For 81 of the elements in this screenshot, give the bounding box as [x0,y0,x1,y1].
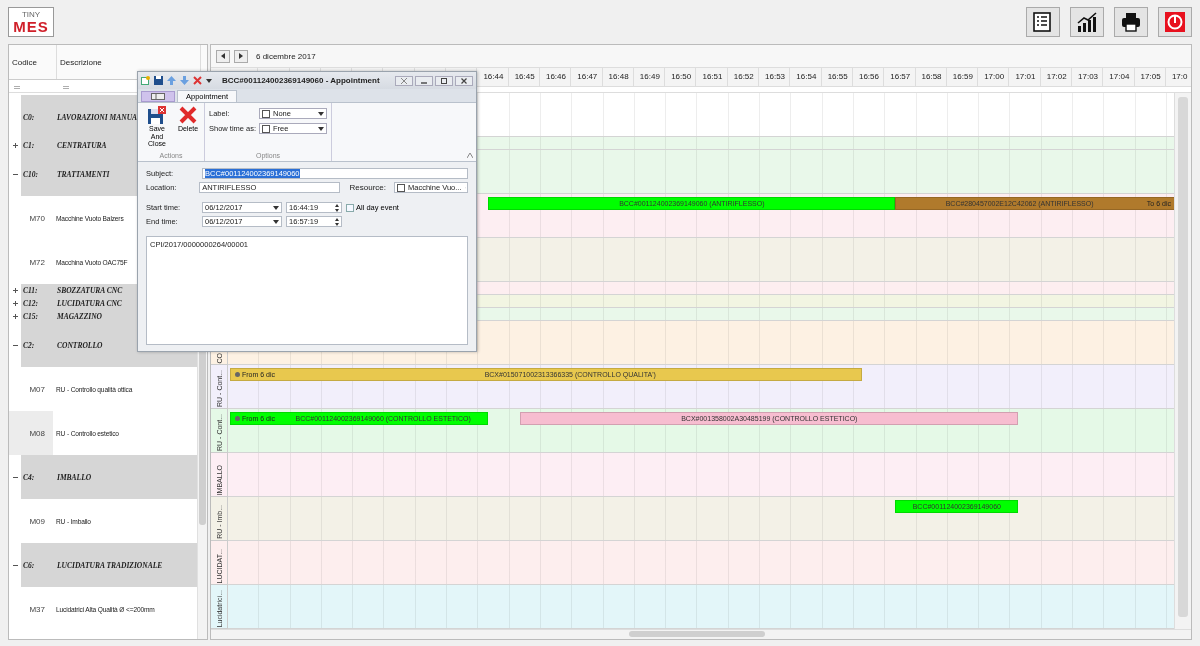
left-arrow-icon [221,53,225,60]
time-label: 16:54 [795,72,817,82]
caret-icon [318,126,324,131]
logo-text: TINY [21,10,41,19]
caret-icon [273,219,279,224]
spin-icon [335,217,339,226]
dot-icon [235,416,240,422]
expand-icon[interactable] [12,288,18,293]
field-label: Resource: [349,183,386,192]
date-label: 6 dicembre 2017 [256,51,316,61]
delete-icon [179,106,197,124]
caret-icon [273,205,279,210]
time-label: 17:01 [1014,72,1036,82]
time-label: 16:50 [670,72,692,82]
time-label: 16:47 [576,72,598,82]
collapse-icon[interactable] [12,562,18,568]
power-button[interactable] [1158,7,1192,37]
time-label: 17:00 [983,72,1005,82]
table-cell[interactable]: M37 [9,587,53,631]
column-header[interactable]: Codice [9,45,57,79]
right-arrow-icon [239,53,243,60]
close-icon [460,76,468,85]
scrollbar-thumb[interactable] [1178,97,1188,618]
time-label: 16:55 [826,72,848,82]
time-label: 16:44 [482,72,504,82]
filter-icon [14,85,20,89]
minimize-button[interactable] [415,75,433,86]
printer-icon [1121,12,1141,32]
previous-button[interactable] [216,49,230,63]
filter-icon [63,85,69,89]
spin-icon [335,203,339,212]
close-button[interactable] [455,75,473,86]
dot-icon [235,372,240,378]
expand-icon[interactable] [12,143,18,148]
time-label: 16:46 [544,72,566,82]
time-label: 16:56 [857,72,879,82]
printer-button[interactable] [1114,7,1148,37]
maximize-button[interactable] [435,75,453,86]
dialog-title: BCC#001124002369149060 - Appointment [222,76,380,85]
new-icon[interactable] [141,76,150,85]
expand-icon[interactable] [12,301,18,306]
save-icon [148,106,166,124]
table-cell[interactable]: M72 [9,240,53,284]
list-button[interactable] [1026,7,1060,37]
collapse-icon[interactable] [12,342,18,348]
delete-icon[interactable] [193,76,202,85]
logo-text: MES [13,18,49,34]
time-label: 16:51 [701,72,723,82]
time-label: 16:48 [607,72,629,82]
time-label: 16:59 [951,72,973,82]
window-icon [151,93,165,100]
power-icon [1165,12,1185,32]
table-cell[interactable]: M09 [9,499,53,543]
time-label: 16:45 [513,72,535,82]
save-icon[interactable] [154,76,163,85]
caret-icon[interactable] [206,78,212,83]
time-label: 16:52 [732,72,754,82]
next-button[interactable] [234,49,248,63]
time-label: 17:03 [1077,72,1099,82]
chart-icon [1077,12,1097,32]
caret-icon [318,111,324,116]
list-icon [1033,12,1053,32]
table-cell[interactable]: M07 [9,367,53,411]
time-label: 16:49 [638,72,660,82]
expand-ribbon-icon[interactable] [467,153,473,158]
expand-icon[interactable] [12,314,18,319]
maximize-icon [440,76,448,85]
chart-button[interactable] [1070,7,1104,37]
scrollbar-thumb[interactable] [629,631,765,638]
table-cell[interactable]: M08 [9,411,53,455]
time-label: 16:53 [764,72,786,82]
time-label: 17:04 [1108,72,1130,82]
time-label: 17:05 [1139,72,1161,82]
file-button[interactable] [141,91,175,102]
time-label: 16:58 [920,72,942,82]
table-cell[interactable]: M70 [9,196,53,240]
collapse-icon[interactable] [12,171,18,177]
time-label: 17:0 [1170,72,1188,82]
time-label: 16:57 [889,72,911,82]
time-label: 17:02 [1045,72,1067,82]
collapse-icon[interactable] [12,474,18,480]
